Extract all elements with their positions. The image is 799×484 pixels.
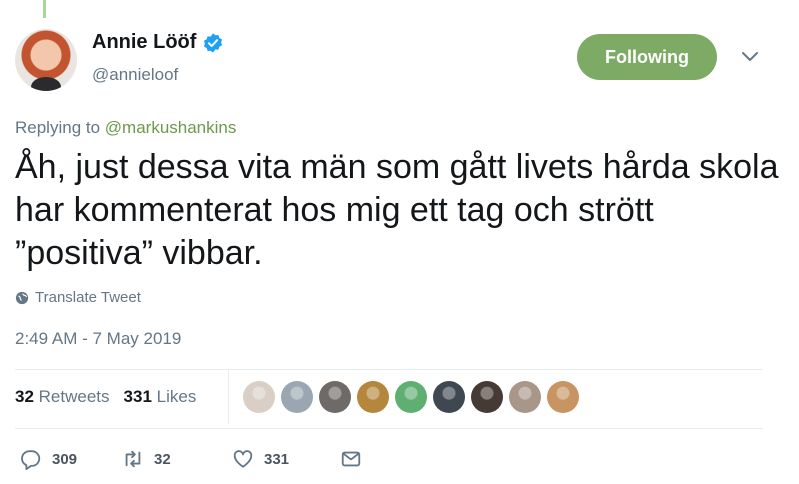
liker-avatar-5[interactable] xyxy=(395,381,427,413)
liker-avatar-8[interactable] xyxy=(509,381,541,413)
stats-bottom-divider xyxy=(15,428,763,429)
liker-avatars xyxy=(243,381,579,413)
liker-avatar-3[interactable] xyxy=(319,381,351,413)
globe-icon xyxy=(15,291,29,304)
reply-count: 309 xyxy=(52,450,78,468)
replying-to-mention[interactable]: @markushankins xyxy=(105,118,237,137)
following-button[interactable]: Following xyxy=(577,34,717,80)
liker-avatar-4[interactable] xyxy=(357,381,389,413)
retweets-label: Retweets xyxy=(38,387,110,406)
retweet-action[interactable]: 32 xyxy=(122,448,232,470)
tweet-stats: 32 Retweets 331 Likes xyxy=(15,387,196,407)
liker-avatar-1[interactable] xyxy=(243,381,275,413)
liker-avatar-7[interactable] xyxy=(471,381,503,413)
likes-count: 331 xyxy=(123,387,152,406)
liker-avatar-2[interactable] xyxy=(281,381,313,413)
likes-stat[interactable]: 331 Likes xyxy=(124,387,197,407)
tweet-timestamp[interactable]: 2:49 AM - 7 May 2019 xyxy=(15,329,181,349)
likes-label: Likes xyxy=(156,387,197,406)
retweets-count: 32 xyxy=(15,387,34,406)
chevron-down-icon[interactable] xyxy=(740,50,760,64)
tweet-text: Åh, just dessa vita män som gått livets … xyxy=(15,148,779,272)
stats-top-divider xyxy=(15,369,763,370)
translate-tweet-link[interactable]: Translate Tweet xyxy=(15,289,141,306)
stats-separator xyxy=(228,370,229,424)
direct-message-action[interactable] xyxy=(340,448,362,470)
liker-avatar-6[interactable] xyxy=(433,381,465,413)
like-action[interactable]: 331 xyxy=(232,448,340,470)
retweets-stat[interactable]: 32 Retweets xyxy=(15,387,110,407)
heart-icon xyxy=(233,450,253,468)
replying-to-prefix: Replying to xyxy=(15,118,105,137)
author-avatar[interactable] xyxy=(15,29,77,91)
replying-to-line: Replying to @markushankins xyxy=(15,118,236,138)
reply-icon xyxy=(21,450,41,470)
reply-action[interactable]: 309 xyxy=(20,448,122,470)
author-name[interactable]: Annie Lööf xyxy=(92,31,196,54)
tweet-actions: 309 32 331 xyxy=(20,448,362,470)
author-name-row: Annie Lööf xyxy=(92,31,224,54)
translate-tweet-label[interactable]: Translate Tweet xyxy=(35,289,141,306)
retweet-icon xyxy=(125,450,141,468)
verified-badge-icon xyxy=(204,32,223,53)
author-handle[interactable]: @annieloof xyxy=(92,65,178,85)
retweet-count: 32 xyxy=(154,450,171,468)
envelope-icon xyxy=(341,451,361,467)
liker-avatar-9[interactable] xyxy=(547,381,579,413)
like-count: 331 xyxy=(264,450,290,468)
thread-connector-line xyxy=(43,0,46,18)
